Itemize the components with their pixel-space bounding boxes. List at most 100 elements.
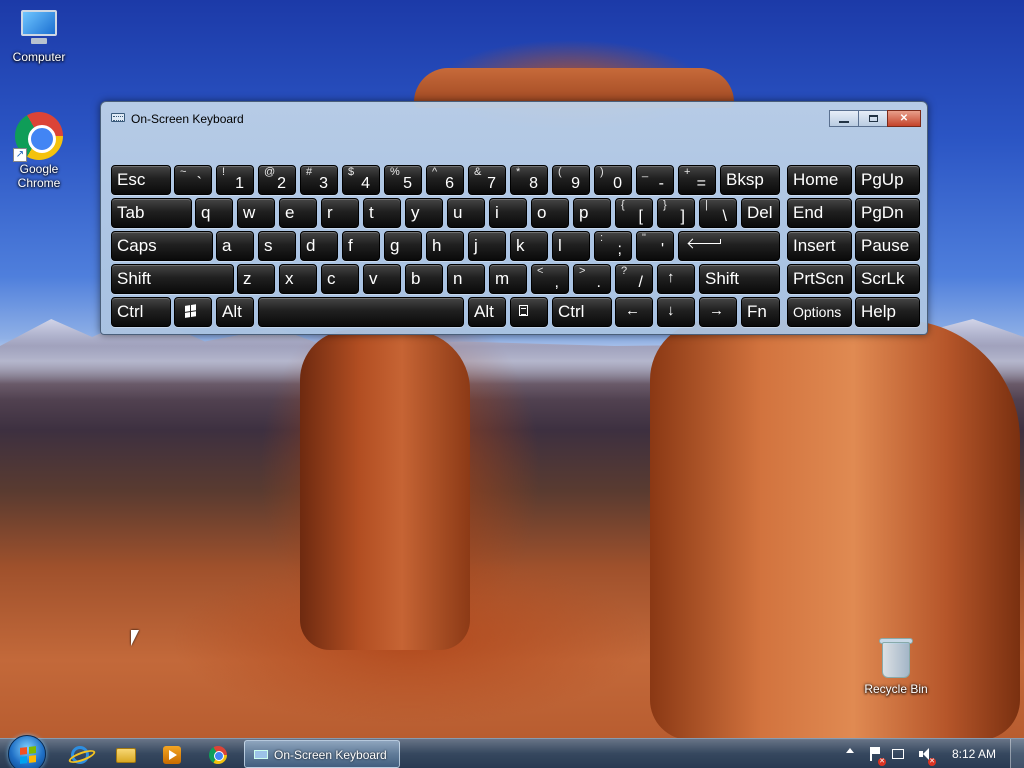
key-menu[interactable] (510, 297, 548, 327)
key-8[interactable]: * 8 (510, 165, 548, 195)
taskbar-pin-internet-explorer[interactable] (60, 743, 100, 767)
key-m[interactable]: m (489, 264, 527, 294)
key-up[interactable]: ↑ (657, 264, 695, 294)
key-comma[interactable]: <, (531, 264, 569, 294)
key-3[interactable]: #3 (300, 165, 338, 195)
key-home[interactable]: Home (787, 165, 852, 195)
taskbar-pin-media-player[interactable] (152, 743, 192, 767)
key-del[interactable]: Del (741, 198, 780, 228)
clock[interactable]: 8:12 AM (952, 747, 996, 761)
key-w[interactable]: w (237, 198, 275, 228)
key-semicolon[interactable]: :; (594, 231, 632, 261)
minimize-button[interactable] (829, 110, 859, 127)
action-center-flag-icon[interactable]: ✕ (868, 747, 886, 766)
key-tab[interactable]: Tab (111, 198, 192, 228)
key-label: Ctrl (117, 302, 144, 321)
desktop-icon-computer[interactable]: Computer (1, 8, 77, 64)
key-slash[interactable]: ? / (615, 264, 653, 294)
start-button[interactable] (8, 735, 46, 768)
key-y[interactable]: y (405, 198, 443, 228)
key-shift-label: % (390, 166, 400, 178)
key-equals[interactable]: + = (678, 165, 716, 195)
key-quote[interactable]: " ' (636, 231, 674, 261)
window-titlebar[interactable]: On-Screen Keyboard ✕ (101, 102, 927, 132)
key-l[interactable]: l (552, 231, 590, 261)
key-p[interactable]: p (573, 198, 611, 228)
key-minus[interactable]: _ - (636, 165, 674, 195)
key-backtick[interactable]: ~ ` (174, 165, 212, 195)
key-o[interactable]: o (531, 198, 569, 228)
key-5[interactable]: % 5 (384, 165, 422, 195)
key-enter[interactable] (678, 231, 780, 261)
key-left[interactable]: ← (615, 297, 653, 327)
key-n[interactable]: n (447, 264, 485, 294)
key-u[interactable]: u (447, 198, 485, 228)
key-e[interactable]: e (279, 198, 317, 228)
key-space[interactable] (258, 297, 464, 327)
key-6[interactable]: ^ 6 (426, 165, 464, 195)
key-d[interactable]: d (300, 231, 338, 261)
maximize-button[interactable] (858, 110, 888, 127)
taskbar-pin-windows-explorer[interactable] (106, 743, 146, 767)
key-t[interactable]: t (363, 198, 401, 228)
key-v[interactable]: v (363, 264, 401, 294)
key-prtscn[interactable]: PrtScn (787, 264, 852, 294)
key-win[interactable] (174, 297, 212, 327)
key-pause[interactable]: Pause (855, 231, 920, 261)
key-q[interactable]: q (195, 198, 233, 228)
key-7[interactable]: & 7 (468, 165, 506, 195)
key-right[interactable]: → (699, 297, 737, 327)
key-z[interactable]: z (237, 264, 275, 294)
key-k[interactable]: k (510, 231, 548, 261)
key-down[interactable]: ↓ (657, 297, 695, 327)
key-end[interactable]: End (787, 198, 852, 228)
key-0[interactable]: ) 0 (594, 165, 632, 195)
taskbar-pin-chrome[interactable] (198, 743, 238, 767)
network-icon[interactable] (892, 749, 904, 759)
key-help[interactable]: Help (855, 297, 920, 327)
key-caps[interactable]: Caps (111, 231, 213, 261)
key-scrlk[interactable]: ScrLk (855, 264, 920, 294)
key-period[interactable]: >. (573, 264, 611, 294)
key-base-label: 5 (403, 175, 412, 192)
key-rshift[interactable]: Shift (699, 264, 780, 294)
key-x[interactable]: x (279, 264, 317, 294)
window-controls: ✕ (829, 110, 921, 128)
key-a[interactable]: a (216, 231, 254, 261)
key-h[interactable]: h (426, 231, 464, 261)
key-rctrl[interactable]: Ctrl (552, 297, 612, 327)
key-lctrl[interactable]: Ctrl (111, 297, 171, 327)
key-1[interactable]: ! 1 (216, 165, 254, 195)
key-f[interactable]: f (342, 231, 380, 261)
key-4[interactable]: $4 (342, 165, 380, 195)
taskbar-button-on-screen-keyboard[interactable]: On-Screen Keyboard (244, 740, 400, 768)
show-hidden-icons-icon[interactable] (846, 748, 854, 753)
key-lshift[interactable]: Shift (111, 264, 234, 294)
desktop-icon-recycle-bin[interactable]: Recycle Bin (858, 636, 934, 696)
key-options[interactable]: Options (787, 297, 852, 327)
key-i[interactable]: i (489, 198, 527, 228)
key-b[interactable]: b (405, 264, 443, 294)
key-backslash[interactable]: | \ (699, 198, 737, 228)
key-2[interactable]: @2 (258, 165, 296, 195)
close-button[interactable]: ✕ (887, 110, 921, 127)
key-fn[interactable]: Fn (741, 297, 780, 327)
key-esc[interactable]: Esc (111, 165, 171, 195)
key-ralt[interactable]: Alt (468, 297, 506, 327)
key-j[interactable]: j (468, 231, 506, 261)
key-s[interactable]: s (258, 231, 296, 261)
key-backspace[interactable]: Bksp (720, 165, 780, 195)
show-desktop-button[interactable] (1010, 739, 1024, 768)
key-9[interactable]: (9 (552, 165, 590, 195)
key-insert[interactable]: Insert (787, 231, 852, 261)
key-r[interactable]: r (321, 198, 359, 228)
key-pgup[interactable]: PgUp (855, 165, 920, 195)
key-lalt[interactable]: Alt (216, 297, 254, 327)
key-rbracket[interactable]: }] (657, 198, 695, 228)
volume-icon[interactable]: ✕ (918, 747, 936, 766)
key-lbracket[interactable]: {[ (615, 198, 653, 228)
key-pgdn[interactable]: PgDn (855, 198, 920, 228)
key-g[interactable]: g (384, 231, 422, 261)
key-c[interactable]: c (321, 264, 359, 294)
desktop-icon-google-chrome[interactable]: ↗ Google Chrome (1, 112, 77, 190)
